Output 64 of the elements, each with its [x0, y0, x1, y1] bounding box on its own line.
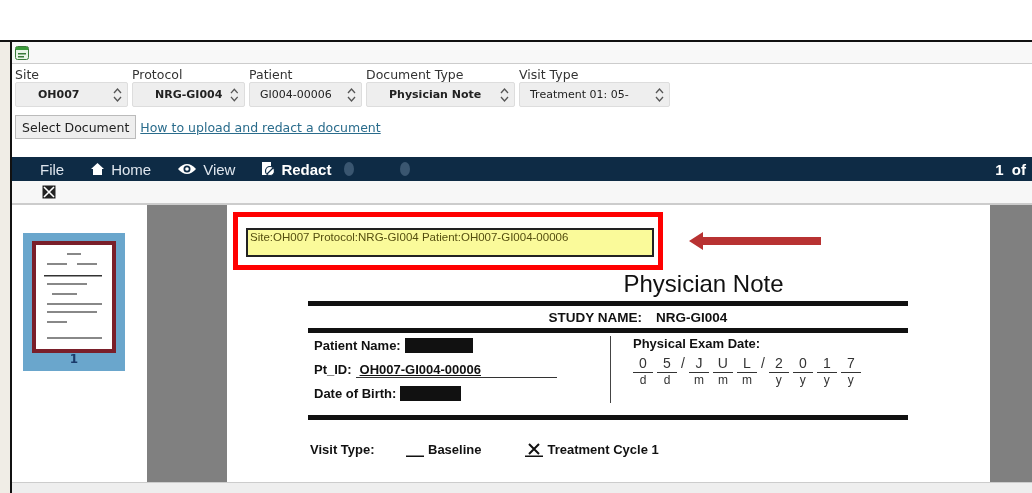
document-title: Physician Note — [622, 271, 785, 297]
checkbox-line[interactable] — [525, 442, 544, 457]
toolbar-menu-item[interactable]: View — [177, 160, 236, 178]
arrow-icon — [689, 231, 821, 251]
date-digit: J — [688, 355, 709, 373]
date-digit: 7 — [840, 355, 861, 373]
date-hint: y — [799, 373, 806, 387]
filter-label: Protocol — [132, 67, 184, 82]
spinner-icon[interactable] — [347, 86, 356, 103]
date-separator: / — [681, 355, 685, 372]
date-digit: 5 — [657, 355, 677, 373]
study-label: STUDY NAME: — [548, 310, 643, 325]
select-field[interactable]: OH007 — [15, 82, 128, 107]
date-digit: 0 — [633, 355, 653, 373]
toolbar-menu-item[interactable]: Redact — [261, 160, 332, 178]
date-hint: y — [823, 373, 830, 387]
form-icon[interactable] — [15, 45, 29, 60]
select-field[interactable]: Treatment 01: 05- — [519, 82, 670, 107]
redaction-block — [404, 338, 473, 353]
spinner-icon[interactable] — [655, 86, 664, 103]
stamp-field[interactable]: Site:OH007 Protocol:NRG-GI004 Patient:OH007-GI004-00006 — [246, 228, 654, 257]
close-icon[interactable] — [42, 185, 56, 199]
date-hint: m — [693, 373, 704, 387]
date-hint: m — [717, 373, 728, 387]
toolbar-menu-item[interactable]: Home — [90, 160, 152, 178]
toolbar-menu-item[interactable]: File — [40, 160, 65, 178]
field-label: Visit Type: — [310, 442, 376, 457]
select-field[interactable]: Physician Note — [366, 82, 515, 107]
option-label: Baseline — [428, 442, 482, 457]
select-document-button[interactable]: Select Document — [15, 115, 137, 139]
filter-label: Patient — [249, 67, 294, 82]
date-digit: 2 — [768, 355, 789, 373]
date-digit: L — [736, 355, 757, 373]
option-label: Treatment Cycle 1 — [547, 442, 659, 457]
eye-icon — [177, 162, 198, 176]
spinner-icon[interactable] — [113, 86, 122, 103]
date-hint: y — [847, 373, 854, 387]
date-hint: m — [741, 373, 752, 387]
home-icon — [90, 162, 106, 176]
field-value: OH007-GI004-00006 — [355, 361, 557, 378]
help-link[interactable]: How to upload and redact a document — [140, 119, 381, 135]
select-field[interactable]: NRG-GI004 — [132, 82, 245, 107]
field-label: Patient Name: — [314, 338, 401, 353]
spinner-icon[interactable] — [500, 86, 509, 103]
redact-icon — [261, 161, 276, 177]
page-indicator: 1 of — [995, 160, 1027, 178]
select-field[interactable]: GI004-00006 — [249, 82, 362, 107]
field-label: Pt_ID: — [314, 362, 352, 377]
date-digit: 1 — [816, 355, 837, 373]
date-hint: d — [663, 373, 671, 387]
page-thumbnail[interactable]: 1 — [23, 233, 125, 371]
field-label: Date of Birth: — [314, 386, 397, 401]
filter-label: Visit Type — [519, 67, 580, 82]
filter-label: Site — [15, 67, 40, 82]
date-digit: 0 — [792, 355, 813, 373]
study-value: NRG-GI004 — [656, 310, 728, 325]
date-separator: / — [760, 355, 765, 372]
date-digit: U — [712, 355, 733, 373]
date-hint: d — [639, 373, 647, 387]
spinner-icon[interactable] — [230, 86, 239, 103]
redaction-block — [400, 386, 462, 401]
date-hint: y — [775, 373, 782, 387]
filter-label: Document Type — [366, 67, 465, 82]
field-label: Physical Exam Date: — [633, 336, 762, 351]
